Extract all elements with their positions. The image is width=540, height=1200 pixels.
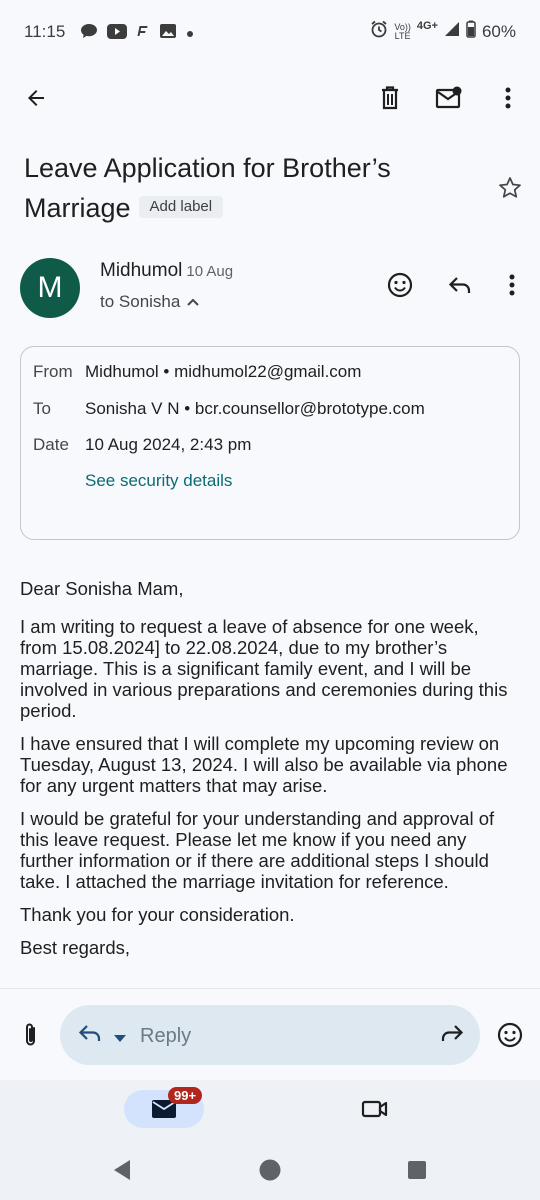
star-button[interactable] (490, 168, 530, 208)
email-subject: Leave Application for Brother’s Marriage… (24, 148, 464, 228)
more-options-button[interactable] (486, 76, 530, 120)
date-label: Date (33, 435, 69, 454)
app-f-icon (136, 24, 150, 43)
recipient-toggle[interactable]: to Sonisha (100, 292, 200, 312)
detail-date-row: Date 10 Aug 2024, 2:43 pm (33, 435, 251, 455)
body-paragraph-1: I am writing to request a leave of absen… (20, 616, 508, 721)
forward-icon (441, 1025, 464, 1041)
chevron-up-icon (187, 298, 200, 306)
react-emoji-button[interactable] (378, 263, 422, 307)
from-label: From (33, 362, 73, 381)
date-value: 10 Aug 2024, 2:43 pm (85, 435, 252, 454)
emoji-icon (497, 1022, 523, 1048)
triangle-back-icon (114, 1160, 130, 1180)
reply-bar: Reply (0, 988, 540, 1080)
reply-button[interactable] (438, 263, 482, 307)
trash-icon (382, 86, 398, 110)
from-value: Midhumol • midhumol22@gmail.com (85, 362, 362, 381)
to-value: Sonisha V N • bcr.counsellor@brototype.c… (85, 399, 425, 418)
network-label: 4G+ (416, 19, 438, 32)
system-back-button[interactable] (100, 1150, 144, 1190)
mail-unread-badge: 99+ (168, 1087, 203, 1104)
email-body: Dear Sonisha Mam, I am writing to reques… (20, 578, 520, 970)
status-time: 11:15 (24, 22, 66, 41)
battery-percent: 60% (481, 21, 516, 41)
circle-home-icon (259, 1159, 281, 1181)
system-recents-button[interactable] (395, 1150, 439, 1190)
video-camera-icon (361, 1100, 388, 1118)
notification-icons (80, 22, 194, 45)
mark-unread-button[interactable] (427, 76, 471, 120)
body-paragraph-2: I have ensured that I will complete my u… (20, 733, 508, 796)
status-bar: 11:15 Vo)) LTE 4G+ 60% (0, 0, 540, 64)
add-label-button[interactable]: Add label (138, 195, 224, 218)
security-details-link[interactable]: See security details (85, 471, 232, 491)
system-home-button[interactable] (248, 1150, 292, 1190)
body-greeting: Dear Sonisha Mam, (20, 578, 184, 599)
arrow-back-icon (28, 90, 44, 106)
reply-input[interactable]: Reply (60, 1005, 480, 1065)
youtube-icon (107, 23, 127, 44)
battery-icon (466, 20, 476, 43)
more-notifs-dot (186, 25, 194, 43)
mark-unread-icon (435, 86, 462, 109)
sender-date: 10 Aug (186, 263, 234, 280)
body-thanks: Thank you for your consideration. (20, 904, 295, 925)
detail-from-row: From Midhumol • midhumol22@gmail.com (33, 362, 361, 382)
bottom-navigation: 99+ (0, 1080, 540, 1138)
reply-mode-dropdown-icon[interactable] (114, 1030, 126, 1048)
volte-label: Vo)) LTE (394, 21, 411, 41)
delete-button[interactable] (368, 76, 412, 120)
signal-icon (444, 21, 460, 42)
gallery-icon (159, 22, 177, 45)
reply-icon (448, 277, 471, 293)
star-icon (499, 177, 521, 198)
square-recents-icon (408, 1161, 426, 1179)
nav-meet-tab[interactable] (350, 1089, 400, 1129)
detail-to-row: To Sonisha V N • bcr.counsellor@brototyp… (33, 399, 425, 419)
reply-emoji-button[interactable] (490, 1015, 530, 1055)
back-button[interactable] (14, 76, 58, 120)
message-more-button[interactable] (490, 263, 534, 307)
recipient-text: to Sonisha (100, 292, 181, 311)
chat-bubble-icon (80, 23, 98, 44)
more-vert-icon (509, 274, 515, 296)
status-indicators: Vo)) LTE 4G+ 60% (370, 20, 516, 43)
emoji-icon (387, 272, 413, 298)
body-paragraph-3: I would be grateful for your understandi… (20, 808, 495, 892)
forward-button[interactable] (440, 1023, 464, 1048)
attach-button[interactable] (12, 1015, 50, 1055)
message-details-card: From Midhumol • midhumol22@gmail.com To … (20, 346, 520, 540)
attachment-icon (26, 1023, 35, 1046)
reply-placeholder: Reply (140, 1025, 192, 1047)
more-vert-icon (505, 87, 511, 109)
sender-name-line: Midhumol 10 Aug (100, 260, 233, 282)
sender-name: Midhumol (100, 260, 183, 281)
reply-mode-icon[interactable] (78, 1023, 102, 1048)
alarm-icon (370, 20, 388, 43)
sender-avatar[interactable]: M (20, 258, 80, 318)
system-navigation-bar (0, 1138, 540, 1200)
top-action-bar (0, 70, 540, 126)
to-label: To (33, 399, 51, 418)
body-closing: Best regards, (20, 937, 131, 958)
